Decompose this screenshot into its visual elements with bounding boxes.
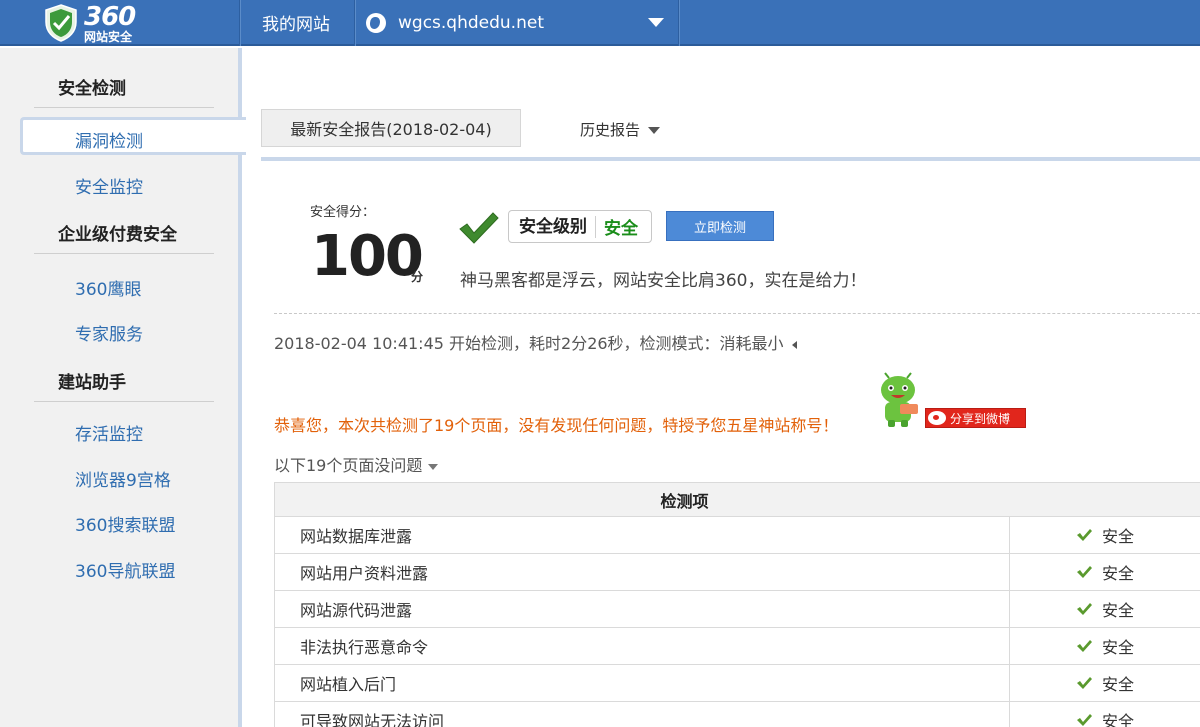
- caret-down-icon: [648, 127, 661, 134]
- check-item-name: 非法执行恶意命令: [275, 628, 1010, 664]
- chevron-down-icon: [648, 18, 664, 27]
- table-header: 检测项: [275, 483, 1200, 517]
- tab-latest-report[interactable]: 最新安全报告(2018-02-04): [261, 109, 521, 147]
- sidebar-item-alive-monitor[interactable]: 存活监控: [75, 420, 143, 445]
- nav-my-site[interactable]: 我的网站: [262, 10, 330, 35]
- nav-divider: [239, 0, 241, 46]
- sidebar-item-security-monitor[interactable]: 安全监控: [75, 173, 143, 198]
- top-bar: 360 网站安全 我的网站 wgcs.qhdedu.net: [0, 0, 1200, 46]
- table-row: 网站植入后门 安全: [275, 665, 1200, 702]
- logo[interactable]: 360 网站安全: [0, 0, 240, 46]
- check-item-status: 安全: [1010, 671, 1134, 695]
- tab-history-label: 历史报告: [580, 121, 641, 139]
- mascot-icon: [881, 372, 918, 427]
- sidebar-section-security: 安全检测: [34, 74, 214, 108]
- site-selector[interactable]: wgcs.qhdedu.net: [366, 10, 668, 36]
- check-items-table: 检测项 网站数据库泄露 安全 网站用户资料泄露 安全 网站源代码泄露 安全 非法执行恶意命令…: [274, 482, 1200, 727]
- nav-divider: [354, 0, 356, 46]
- sidebar-item-label: 漏洞检测: [75, 132, 143, 152]
- check-item-name: 网站源代码泄露: [275, 591, 1010, 627]
- logo-number: 360: [84, 1, 136, 32]
- logo-subtitle: 网站安全: [84, 29, 133, 44]
- security-level-badge: 安全级别 安全: [508, 210, 652, 243]
- check-icon: [1077, 677, 1092, 689]
- sidebar: 安全检测 漏洞检测 安全监控 企业级付费安全 360鹰眼 专家服务 建站助手 存…: [0, 48, 246, 727]
- status-label: 安全: [1102, 601, 1135, 620]
- check-item-status: 安全: [1010, 708, 1134, 727]
- check-icon: [459, 212, 499, 244]
- security-level-value: 安全: [604, 219, 638, 239]
- globe-icon: [366, 13, 386, 33]
- sidebar-item-vuln-check[interactable]: 漏洞检测: [20, 117, 246, 155]
- check-icon: [1077, 566, 1092, 578]
- table-row: 可导致网站无法访问 安全: [275, 702, 1200, 727]
- sidebar-item-browser-grid[interactable]: 浏览器9宫格: [75, 466, 171, 491]
- check-icon: [1077, 640, 1092, 652]
- score-label: 安全得分：: [310, 205, 376, 220]
- caret-down-icon: [428, 463, 439, 470]
- check-item-status: 安全: [1010, 523, 1134, 547]
- security-level-label: 安全级别: [509, 215, 596, 238]
- shield-logo-icon: [45, 4, 77, 42]
- status-label: 安全: [1102, 564, 1135, 583]
- sidebar-item-nav-alliance[interactable]: 360导航联盟: [75, 557, 175, 582]
- score-slogan: 神马黑客都是浮云，网站安全比肩360，实在是给力！: [460, 271, 867, 291]
- share-weibo-button[interactable]: 分享到微博: [925, 408, 1026, 428]
- caret-left-icon: [791, 340, 797, 349]
- congrats-message: 恭喜您，本次共检测了19个页面，没有发现任何问题，特授予您五星神站称号！: [274, 416, 839, 435]
- table-row: 非法执行恶意命令 安全: [275, 628, 1200, 665]
- sidebar-item-expert-service[interactable]: 专家服务: [75, 320, 143, 345]
- table-row: 网站源代码泄露 安全: [275, 591, 1200, 628]
- score-value: 100: [311, 224, 424, 289]
- status-label: 安全: [1102, 675, 1135, 694]
- tab-underline: [261, 157, 1200, 161]
- scan-info-text: 2018-02-04 10:41:45 开始检测，耗时2分26秒，检测模式：消耗…: [274, 334, 784, 353]
- sidebar-item-eagle-eye[interactable]: 360鹰眼: [75, 275, 141, 300]
- share-label: 分享到微博: [950, 411, 1011, 426]
- table-row: 网站数据库泄露 安全: [275, 517, 1200, 554]
- check-icon: [1077, 603, 1092, 615]
- check-item-status: 安全: [1010, 597, 1134, 621]
- status-label: 安全: [1102, 527, 1135, 546]
- divider: [274, 313, 1200, 314]
- check-item-status: 安全: [1010, 560, 1134, 584]
- status-label: 安全: [1102, 638, 1135, 657]
- check-item-name: 网站植入后门: [275, 665, 1010, 701]
- score-unit: 分: [411, 270, 424, 284]
- weibo-icon: [928, 411, 946, 425]
- status-label: 安全: [1102, 712, 1135, 727]
- check-item-status: 安全: [1010, 634, 1134, 658]
- pages-summary-toggle[interactable]: 以下19个页面没问题: [274, 452, 439, 476]
- sidebar-section-enterprise: 企业级付费安全: [34, 220, 214, 254]
- check-item-name: 可导致网站无法访问: [275, 702, 1010, 727]
- site-domain: wgcs.qhdedu.net: [398, 13, 544, 33]
- check-item-name: 网站数据库泄露: [275, 517, 1010, 553]
- sidebar-section-assistant: 建站助手: [34, 368, 214, 402]
- sidebar-item-search-alliance[interactable]: 360搜索联盟: [75, 511, 175, 536]
- tab-history-report[interactable]: 历史报告: [580, 119, 661, 140]
- nav-divider: [678, 0, 680, 46]
- check-icon: [1077, 714, 1092, 726]
- pages-summary-text: 以下19个页面没问题: [274, 456, 423, 475]
- check-item-name: 网站用户资料泄露: [275, 554, 1010, 590]
- scan-now-button[interactable]: 立即检测: [666, 211, 774, 241]
- check-icon: [1077, 529, 1092, 541]
- scan-info[interactable]: 2018-02-04 10:41:45 开始检测，耗时2分26秒，检测模式：消耗…: [274, 330, 797, 354]
- table-row: 网站用户资料泄露 安全: [275, 554, 1200, 591]
